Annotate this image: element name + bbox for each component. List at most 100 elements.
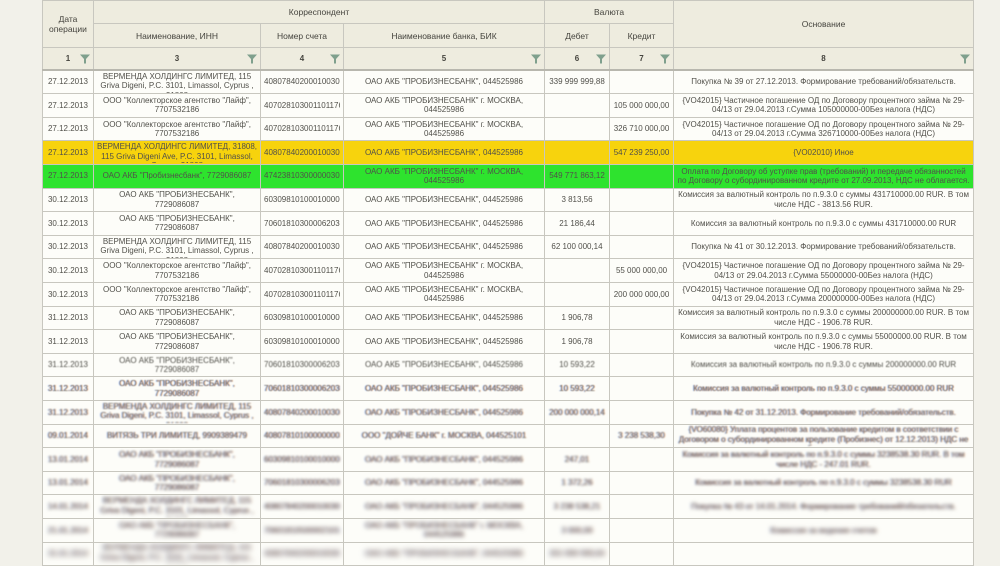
cell-account[interactable]: 40702810300110117621 [261, 282, 344, 306]
cell-debit[interactable] [545, 259, 610, 283]
cell-name[interactable]: ОАО АКБ "ПРОБИЗНЕСБАНК", 7729086087 [94, 377, 261, 401]
cell-name[interactable]: ОАО АКБ "Пробизнесбанк", 7729086087 [94, 164, 261, 188]
cell-debit[interactable]: 1 906,78 [545, 306, 610, 330]
cell-account[interactable]: 70601810300006203079 [261, 377, 344, 401]
cell-account[interactable]: 40807840200010030608 [261, 495, 344, 519]
cell-bank[interactable]: ОАО АКБ "ПРОБИЗНЕСБАНК", 044525986 [344, 70, 545, 94]
cell-credit[interactable]: 3 238 538,30 [610, 424, 674, 448]
cell-date[interactable]: 27.12.2013 [43, 94, 94, 118]
cell-credit[interactable]: 200 000 000,00 [610, 282, 674, 306]
cell-name[interactable]: ООО "Коллекторское агентство "Лайф", 770… [94, 117, 261, 141]
cell-basis[interactable]: {VO42015} Частичное погашение ОД по Дого… [674, 282, 974, 306]
cell-name[interactable]: ОАО АКБ "ПРОБИЗНЕСБАНК", 7729086087 [94, 188, 261, 212]
cell-debit[interactable] [545, 141, 610, 165]
cell-account[interactable]: 40702810300110117621 [261, 117, 344, 141]
filter-icon[interactable] [531, 54, 541, 63]
cell-name[interactable]: ОАО АКБ "ПРОБИЗНЕСБАНК", 7729086087 [94, 353, 261, 377]
cell-name[interactable]: ВЕРМЕНДА ХОЛДИНГС ЛИМИТЕД, 31808, 115 Gr… [94, 141, 261, 165]
cell-account[interactable]: 40807840200010030608 [261, 70, 344, 94]
cell-account[interactable]: 40702810300110117621 [261, 94, 344, 118]
cell-basis[interactable]: {VO02010} Иное [674, 141, 974, 165]
cell-bank[interactable]: ОАО АКБ "ПРОБИЗНЕСБАНК" г. МОСКВА, 04452… [344, 282, 545, 306]
cell-account[interactable]: 60309810100010000000 [261, 306, 344, 330]
cell-name[interactable]: ВЕРМЕНДА ХОЛДИНГС ЛИМИТЕД, 115 Griva Dig… [94, 70, 261, 94]
cell-credit[interactable] [610, 330, 674, 354]
cell-debit[interactable] [545, 94, 610, 118]
filter-icon[interactable] [80, 54, 90, 63]
cell-name[interactable]: ВЕРМЕНДА ХОЛДИНГС ЛИМИТЕД, 115 Griva Dig… [94, 495, 261, 519]
cell-credit[interactable] [610, 70, 674, 94]
cell-date[interactable]: 27.12.2013 [43, 70, 94, 94]
cell-name[interactable]: ОАО АКБ "ПРОБИЗНЕСБАНК", 7729086087 [94, 330, 261, 354]
cell-name[interactable]: ООО "Коллекторское агентство "Лайф", 770… [94, 94, 261, 118]
filter-icon[interactable] [330, 54, 340, 63]
cell-name[interactable]: ВЕРМЕНДА ХОЛДИНГС ЛИМИТЕД, 115 Griva Dig… [94, 401, 261, 425]
cell-basis[interactable]: {VO42015} Частичное погашение ОД по Дого… [674, 259, 974, 283]
cell-bank[interactable]: ОАО АКБ "ПРОБИЗНЕСБАНК", 044525986 [344, 306, 545, 330]
cell-account[interactable]: 70601810300006203079 [261, 353, 344, 377]
cell-name[interactable]: ОАО АКБ "ПРОБИЗНЕСБАНК", 7729086087 [94, 519, 261, 543]
cell-debit[interactable]: 3 813,56 [545, 188, 610, 212]
cell-account[interactable]: 40807810100000000311 [261, 424, 344, 448]
cell-bank[interactable]: ОАО АКБ "ПРОБИЗНЕСБАНК" г. МОСКВА, 04452… [344, 519, 545, 543]
cell-name[interactable]: ООО "Коллекторское агентство "Лайф", 770… [94, 282, 261, 306]
cell-credit[interactable] [610, 164, 674, 188]
cell-account[interactable]: 40807840200010030608 [261, 542, 344, 566]
cell-debit[interactable] [545, 282, 610, 306]
cell-bank[interactable]: ОАО АКБ "ПРОБИЗНЕСБАНК", 044525986 [344, 377, 545, 401]
cell-debit[interactable]: 10 593,22 [545, 377, 610, 401]
cell-debit[interactable]: 10 593,22 [545, 353, 610, 377]
cell-credit[interactable] [610, 353, 674, 377]
cell-account[interactable]: 70601810500002101001 [261, 519, 344, 543]
cell-credit[interactable] [610, 542, 674, 566]
cell-basis[interactable]: {VO60080} Уплата процентов за пользовани… [674, 424, 974, 448]
cell-bank[interactable]: ОАО АКБ "ПРОБИЗНЕСБАНК", 044525986 [344, 330, 545, 354]
filter-icon[interactable] [596, 54, 606, 63]
cell-debit[interactable]: 200 000 000,14 [545, 401, 610, 425]
cell-bank[interactable]: ОАО АКБ "ПРОБИЗНЕСБАНК", 044525986 [344, 542, 545, 566]
cell-debit[interactable]: 247,01 [545, 448, 610, 472]
cell-date[interactable]: 31.01.2014 [43, 542, 94, 566]
cell-date[interactable]: 31.12.2013 [43, 377, 94, 401]
cell-basis[interactable]: Комиссия за валютный контроль по п.9.3.0… [674, 306, 974, 330]
cell-basis[interactable]: Комиссия за валютный контроль по п.9.3.0… [674, 448, 974, 472]
cell-bank[interactable]: ОАО АКБ "ПРОБИЗНЕСБАНК", 044525986 [344, 353, 545, 377]
filter-icon[interactable] [247, 54, 257, 63]
cell-name[interactable]: ОАО АКБ "ПРОБИЗНЕСБАНК", 7729086087 [94, 471, 261, 495]
cell-credit[interactable]: 547 239 250,00 [610, 141, 674, 165]
cell-name[interactable]: ООО "Коллекторское агентство "Лайф", 770… [94, 259, 261, 283]
cell-name[interactable]: ОАО АКБ "ПРОБИЗНЕСБАНК", 7729086087 [94, 448, 261, 472]
cell-bank[interactable]: ОАО АКБ "ПРОБИЗНЕСБАНК", 044525986 [344, 471, 545, 495]
cell-bank[interactable]: ОАО АКБ "ПРОБИЗНЕСБАНК", 044525986 [344, 401, 545, 425]
cell-date[interactable]: 31.12.2013 [43, 306, 94, 330]
cell-credit[interactable] [610, 235, 674, 259]
cell-account[interactable]: 60309810100010000000 [261, 330, 344, 354]
cell-account[interactable]: 47423810300000030608 [261, 164, 344, 188]
cell-basis[interactable]: Комиссия за валютный контроль по п.9.3.0… [674, 188, 974, 212]
cell-date[interactable]: 31.12.2013 [43, 401, 94, 425]
cell-basis[interactable]: Покупка № 39 от 27.12.2013. Формирование… [674, 70, 974, 94]
cell-bank[interactable]: ОАО АКБ "ПРОБИЗНЕСБАНК", 044525986 [344, 495, 545, 519]
cell-name[interactable]: ВИТЯЗЬ ТРИ ЛИМИТЕД, 9909389479 [94, 424, 261, 448]
cell-credit[interactable] [610, 306, 674, 330]
cell-credit[interactable] [610, 495, 674, 519]
cell-basis[interactable]: Комиссия за ведение счетов [674, 519, 974, 543]
cell-credit[interactable] [610, 519, 674, 543]
cell-credit[interactable] [610, 448, 674, 472]
cell-debit[interactable]: 62 100 000,14 [545, 235, 610, 259]
filter-icon[interactable] [660, 54, 670, 63]
cell-date[interactable]: 31.12.2013 [43, 353, 94, 377]
cell-basis[interactable]: Покупка № 43 от 14.01.2014. Формирование… [674, 495, 974, 519]
cell-date[interactable]: 14.01.2014 [43, 495, 94, 519]
cell-date[interactable]: 27.12.2013 [43, 117, 94, 141]
cell-credit[interactable] [610, 188, 674, 212]
cell-bank[interactable]: ОАО АКБ "ПРОБИЗНЕСБАНК", 044525986 [344, 141, 545, 165]
cell-date[interactable]: 30.12.2013 [43, 212, 94, 236]
cell-name[interactable]: ВЕРМЕНДА ХОЛДИНГС ЛИМИТЕД, 115 Griva Dig… [94, 542, 261, 566]
cell-account[interactable]: 70601810300006203079 [261, 471, 344, 495]
cell-account[interactable]: 60309810100010000000 [261, 448, 344, 472]
cell-debit[interactable]: 21 186,44 [545, 212, 610, 236]
cell-credit[interactable]: 326 710 000,00 [610, 117, 674, 141]
cell-debit[interactable]: 1 372,26 [545, 471, 610, 495]
cell-date[interactable]: 21.01.2014 [43, 519, 94, 543]
